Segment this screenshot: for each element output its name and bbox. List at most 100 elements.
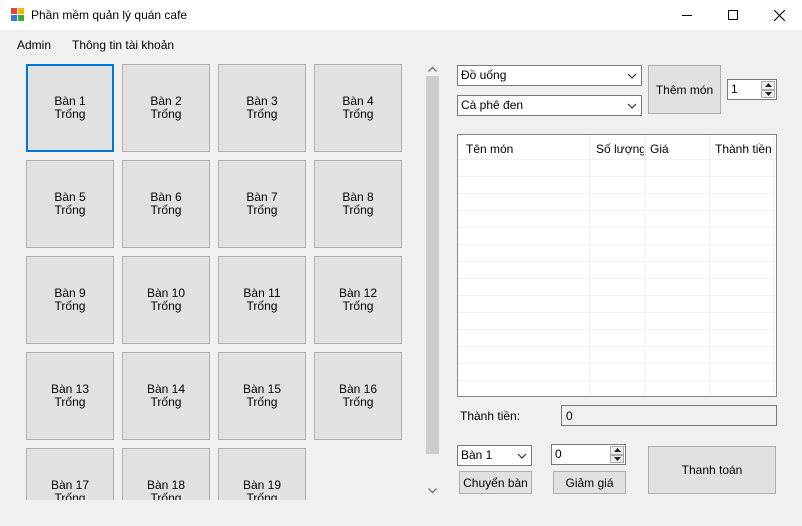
- table-grid: Bàn 1 Trống Bàn 2 Trống Bàn 3 Trống Bàn 4 Trống…: [22, 62, 422, 500]
- table-status: Trống: [342, 299, 374, 313]
- table-status: Trống: [150, 107, 182, 121]
- grid-line: [589, 135, 590, 396]
- table-grid-scrollbar[interactable]: [424, 62, 441, 500]
- spin-down-button[interactable]: [761, 89, 775, 98]
- category-value: Đồ uống: [461, 68, 507, 82]
- grid-line: [458, 329, 776, 330]
- table-status: Trống: [54, 491, 86, 501]
- table-status: Trống: [54, 107, 86, 121]
- grid-line: [458, 227, 776, 228]
- menu-admin[interactable]: Admin: [17, 38, 51, 52]
- grid-line: [458, 278, 776, 279]
- table-button[interactable]: Bàn 19 Trống: [218, 448, 306, 500]
- table-button[interactable]: Bàn 3 Trống: [218, 64, 306, 152]
- table-button[interactable]: Bàn 9 Trống: [26, 256, 114, 344]
- column-header-quantity[interactable]: Số lượng: [596, 142, 646, 156]
- column-header-price[interactable]: Giá: [650, 142, 669, 156]
- table-status: Trống: [246, 203, 278, 217]
- food-value: Cà phê đen: [461, 98, 524, 112]
- food-combobox[interactable]: Cà phê đen: [457, 95, 642, 116]
- chevron-down-icon: [428, 488, 437, 494]
- menu-bar: Admin Thông tin tài khoản: [0, 30, 802, 60]
- table-button[interactable]: Bàn 1 Trống: [26, 64, 114, 152]
- menu-account-info[interactable]: Thông tin tài khoản: [72, 38, 174, 52]
- table-button[interactable]: Bàn 15 Trống: [218, 352, 306, 440]
- grid-line: [458, 244, 776, 245]
- checkout-button[interactable]: Thanh toán: [648, 446, 776, 494]
- bill-listview[interactable]: Tên món Số lượng Giá Thành tiền: [457, 134, 777, 397]
- grid-line: [458, 210, 776, 211]
- scroll-thumb[interactable]: [426, 76, 439, 454]
- chevron-down-icon: [627, 103, 637, 109]
- grid-line: [644, 135, 645, 396]
- caret-down-icon: [764, 91, 772, 96]
- table-status: Trống: [342, 107, 374, 121]
- table-button[interactable]: Bàn 10 Trống: [122, 256, 210, 344]
- column-header-total[interactable]: Thành tiền: [715, 142, 772, 156]
- quantity-value: 1: [731, 82, 738, 96]
- table-button[interactable]: Bàn 11 Trống: [218, 256, 306, 344]
- scroll-down-arrow[interactable]: [424, 484, 441, 498]
- app-icon: [11, 8, 25, 22]
- spin-up-button[interactable]: [610, 446, 624, 455]
- grid-line: [458, 261, 776, 262]
- table-status: Trống: [246, 107, 278, 121]
- table-status: Trống: [150, 395, 182, 409]
- grid-line: [458, 312, 776, 313]
- category-combobox[interactable]: Đồ uống: [457, 65, 642, 86]
- table-status: Trống: [54, 299, 86, 313]
- quantity-stepper[interactable]: 1: [727, 79, 777, 100]
- maximize-icon: [728, 10, 738, 20]
- table-button[interactable]: Bàn 12 Trống: [314, 256, 402, 344]
- discount-stepper[interactable]: 0: [551, 444, 626, 465]
- close-button[interactable]: [756, 0, 802, 30]
- total-field[interactable]: 0: [561, 405, 777, 426]
- chevron-down-icon: [627, 73, 637, 79]
- table-status: Trống: [150, 299, 182, 313]
- switch-table-combobox[interactable]: Bàn 1: [457, 445, 532, 466]
- switch-table-value: Bàn 1: [461, 448, 493, 462]
- scroll-up-arrow[interactable]: [424, 62, 441, 76]
- discount-button[interactable]: Giảm giá: [553, 471, 626, 494]
- table-button[interactable]: Bàn 6 Trống: [122, 160, 210, 248]
- table-button[interactable]: Bàn 5 Trống: [26, 160, 114, 248]
- grid-line: [709, 135, 710, 396]
- discount-value: 0: [555, 447, 562, 461]
- grid-line: [458, 159, 776, 160]
- table-status: Trống: [246, 395, 278, 409]
- chevron-down-icon: [517, 453, 527, 459]
- table-button[interactable]: Bàn 7 Trống: [218, 160, 306, 248]
- table-button[interactable]: Bàn 13 Trống: [26, 352, 114, 440]
- switch-table-button[interactable]: Chuyển bàn: [459, 471, 532, 494]
- grid-line: [773, 135, 774, 396]
- table-status: Trống: [54, 395, 86, 409]
- column-header-food[interactable]: Tên món: [466, 142, 513, 156]
- table-status: Trống: [342, 395, 374, 409]
- spin-down-button[interactable]: [610, 454, 624, 463]
- table-button[interactable]: Bàn 2 Trống: [122, 64, 210, 152]
- window-title: Phần mềm quản lý quán cafe: [31, 8, 188, 22]
- add-food-button[interactable]: Thêm món: [648, 65, 721, 114]
- maximize-button[interactable]: [710, 0, 756, 30]
- spin-up-button[interactable]: [761, 81, 775, 90]
- table-button[interactable]: Bàn 18 Trống: [122, 448, 210, 500]
- total-label: Thành tiền:: [460, 409, 521, 423]
- grid-line: [458, 295, 776, 296]
- minimize-button[interactable]: [664, 0, 710, 30]
- table-button[interactable]: Bàn 8 Trống: [314, 160, 402, 248]
- grid-line: [458, 380, 776, 381]
- table-button[interactable]: Bàn 17 Trống: [26, 448, 114, 500]
- table-status: Trống: [150, 491, 182, 501]
- caret-up-icon: [764, 83, 772, 88]
- grid-line: [458, 176, 776, 177]
- close-icon: [773, 9, 785, 21]
- table-button[interactable]: Bàn 4 Trống: [314, 64, 402, 152]
- title-bar[interactable]: Phần mềm quản lý quán cafe: [0, 0, 802, 30]
- caret-up-icon: [613, 448, 621, 453]
- table-status: Trống: [246, 491, 278, 501]
- grid-line: [458, 363, 776, 364]
- table-button[interactable]: Bàn 14 Trống: [122, 352, 210, 440]
- main-window: Phần mềm quản lý quán cafe Admin Thông t…: [0, 0, 802, 526]
- table-button[interactable]: Bàn 16 Trống: [314, 352, 402, 440]
- table-status: Trống: [54, 203, 86, 217]
